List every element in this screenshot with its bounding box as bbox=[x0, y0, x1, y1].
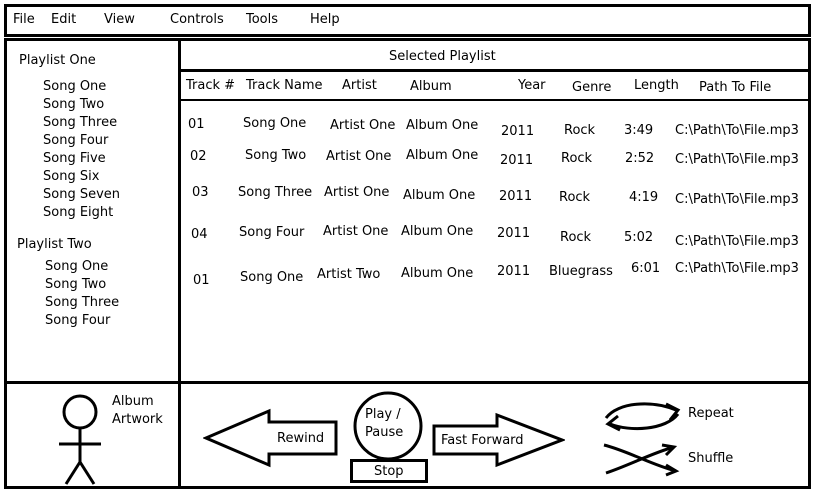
cell-length: 2:52 bbox=[625, 151, 655, 166]
cell-path: C:\Path\To\File.mp3 bbox=[675, 192, 799, 207]
column-header-track[interactable]: Track # bbox=[186, 78, 235, 93]
cell-length: 3:49 bbox=[624, 123, 654, 138]
cell-year: 2011 bbox=[500, 153, 534, 168]
cell-path: C:\Path\To\File.mp3 bbox=[675, 234, 799, 249]
menu-edit[interactable]: Edit bbox=[51, 12, 76, 27]
playlist-one-song[interactable]: Song Four bbox=[43, 133, 108, 148]
cell-artist: Artist One bbox=[330, 118, 396, 133]
table-title-divider bbox=[181, 69, 808, 72]
repeat-icon[interactable] bbox=[600, 398, 684, 434]
cell-track-name: Song One bbox=[243, 116, 307, 131]
cell-track-name: Song Four bbox=[239, 225, 305, 240]
playlist-one-song[interactable]: Song Three bbox=[43, 115, 117, 130]
cell-year: 2011 bbox=[499, 189, 533, 204]
menu-tools[interactable]: Tools bbox=[246, 12, 278, 27]
cell-path: C:\Path\To\File.mp3 bbox=[675, 152, 799, 167]
cell-year: 2011 bbox=[497, 226, 531, 241]
cell-artist: Artist One bbox=[326, 149, 392, 164]
shuffle-label: Shuffle bbox=[688, 451, 734, 466]
cell-track: 02 bbox=[190, 149, 207, 164]
shuffle-icon[interactable] bbox=[600, 441, 682, 477]
cell-track: 01 bbox=[193, 273, 210, 288]
cell-album: Album One bbox=[401, 266, 474, 281]
column-header-length[interactable]: Length bbox=[634, 78, 679, 93]
artwork-label: Artwork bbox=[112, 412, 163, 427]
cell-path: C:\Path\To\File.mp3 bbox=[675, 261, 799, 276]
column-header-path[interactable]: Path To File bbox=[699, 80, 771, 95]
cell-track: 01 bbox=[188, 117, 205, 132]
cell-length: 6:01 bbox=[631, 261, 661, 276]
cell-path: C:\Path\To\File.mp3 bbox=[675, 123, 799, 138]
cell-length: 4:19 bbox=[629, 190, 659, 205]
cell-artist: Artist Two bbox=[317, 267, 381, 282]
cell-track-name: Song Three bbox=[238, 185, 313, 200]
playlist-one-song[interactable]: Song Five bbox=[43, 151, 106, 166]
playlist-two-song[interactable]: Song Four bbox=[45, 313, 110, 328]
column-header-track-name[interactable]: Track Name bbox=[246, 78, 323, 93]
playlist-one-song[interactable]: Song Eight bbox=[43, 205, 113, 220]
menu-view[interactable]: View bbox=[104, 12, 135, 27]
play-label: Play / bbox=[365, 407, 401, 422]
cell-track: 04 bbox=[191, 227, 208, 242]
cell-year: 2011 bbox=[501, 124, 535, 139]
playlist-two-song[interactable]: Song Two bbox=[45, 277, 106, 292]
cell-artist: Artist One bbox=[324, 185, 390, 200]
cell-album: Album One bbox=[401, 224, 474, 239]
rewind-label: Rewind bbox=[277, 431, 325, 446]
cell-album: Album One bbox=[406, 148, 479, 163]
column-header-genre[interactable]: Genre bbox=[572, 80, 611, 95]
playlist-one-song[interactable]: Song Seven bbox=[43, 187, 120, 202]
column-header-album[interactable]: Album bbox=[410, 79, 452, 94]
cell-year: 2011 bbox=[497, 264, 531, 279]
cell-genre: Bluegrass bbox=[549, 264, 613, 279]
pause-label: Pause bbox=[365, 425, 404, 440]
cell-genre: Rock bbox=[559, 190, 591, 205]
playlist-two-song[interactable]: Song Three bbox=[45, 295, 119, 310]
cell-artist: Artist One bbox=[323, 224, 389, 239]
cell-genre: Rock bbox=[564, 123, 596, 138]
repeat-label: Repeat bbox=[688, 406, 734, 421]
cell-track-name: Song Two bbox=[245, 148, 307, 163]
cell-track: 03 bbox=[192, 185, 209, 200]
playlist-one-song[interactable]: Song One bbox=[43, 79, 106, 94]
cell-album: Album One bbox=[406, 118, 479, 133]
stop-label: Stop bbox=[374, 464, 404, 479]
playlist-two-song[interactable]: Song One bbox=[45, 259, 108, 274]
column-header-year[interactable]: Year bbox=[518, 78, 546, 93]
playlist-one-song[interactable]: Song Six bbox=[43, 169, 99, 184]
menu-help[interactable]: Help bbox=[310, 12, 340, 27]
table-header-divider bbox=[181, 99, 808, 101]
fast-forward-label: Fast Forward bbox=[441, 433, 524, 448]
menu-file[interactable]: File bbox=[13, 12, 35, 27]
cell-album: Album One bbox=[403, 188, 476, 203]
playlist-one-title[interactable]: Playlist One bbox=[19, 53, 96, 68]
column-header-artist[interactable]: Artist bbox=[342, 78, 377, 93]
cell-genre: Rock bbox=[560, 230, 592, 245]
album-label: Album bbox=[112, 394, 154, 409]
playlist-one-song[interactable]: Song Two bbox=[43, 97, 104, 112]
cell-length: 5:02 bbox=[624, 230, 654, 245]
table-title: Selected Playlist bbox=[389, 49, 496, 64]
cell-track-name: Song One bbox=[240, 270, 304, 285]
menu-controls[interactable]: Controls bbox=[170, 12, 224, 27]
cell-genre: Rock bbox=[561, 151, 593, 166]
album-artwork-image bbox=[59, 394, 101, 485]
playlist-two-title[interactable]: Playlist Two bbox=[17, 237, 92, 252]
